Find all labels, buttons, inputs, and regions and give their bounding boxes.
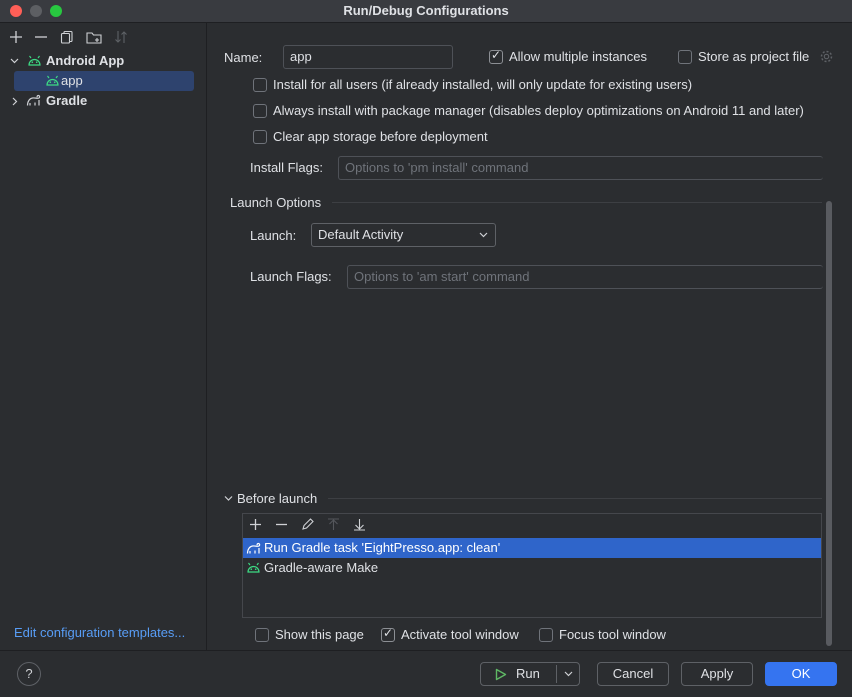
install-all-users-label: Install for all users (if already instal… bbox=[273, 77, 693, 92]
help-button[interactable]: ? bbox=[17, 662, 41, 686]
launch-options-heading: Launch Options bbox=[230, 195, 322, 210]
install-flags-label: Install Flags: bbox=[250, 160, 323, 175]
activate-tool-window-label: Activate tool window bbox=[401, 627, 519, 642]
gradle-icon bbox=[26, 94, 42, 107]
before-launch-item-gradle-make[interactable]: Gradle-aware Make bbox=[243, 558, 821, 578]
install-all-users-checkbox[interactable] bbox=[253, 78, 267, 92]
chevron-right-icon[interactable] bbox=[11, 97, 19, 106]
store-as-project-file-label: Store as project file bbox=[698, 49, 810, 64]
tree-item-app[interactable]: app bbox=[14, 71, 194, 91]
tree-item-android-app[interactable]: Android App bbox=[8, 51, 198, 71]
edit-icon[interactable] bbox=[301, 518, 314, 531]
clear-app-storage-checkbox[interactable] bbox=[253, 130, 267, 144]
window-title: Run/Debug Configurations bbox=[343, 3, 509, 18]
tree-item-label: Android App bbox=[46, 53, 125, 68]
ok-button[interactable]: OK bbox=[765, 662, 837, 686]
tree-item-gradle[interactable]: Gradle bbox=[8, 91, 198, 111]
chevron-down-icon[interactable] bbox=[10, 57, 19, 65]
gear-icon[interactable] bbox=[820, 50, 833, 63]
before-launch-item-gradle-task[interactable]: Run Gradle task 'EightPresso.app: clean' bbox=[243, 538, 821, 558]
store-as-project-file-checkbox[interactable] bbox=[678, 50, 692, 64]
run-icon bbox=[495, 668, 507, 681]
allow-multiple-instances-label: Allow multiple instances bbox=[509, 49, 648, 64]
allow-multiple-instances-checkbox[interactable] bbox=[489, 48, 503, 64]
install-flags-input[interactable]: Options to 'pm install' command bbox=[338, 156, 823, 180]
edit-configuration-templates-link[interactable]: Edit configuration templates... bbox=[14, 625, 185, 640]
activate-tool-window-checkbox[interactable] bbox=[381, 626, 395, 642]
show-this-page-checkbox[interactable] bbox=[255, 628, 269, 642]
name-input[interactable]: app bbox=[283, 45, 453, 69]
android-icon bbox=[28, 55, 41, 66]
launch-select[interactable]: Default Activity bbox=[311, 223, 496, 247]
launch-flags-label: Launch Flags: bbox=[250, 269, 332, 284]
remove-icon[interactable] bbox=[34, 30, 48, 44]
sort-icon[interactable] bbox=[114, 30, 128, 44]
run-button[interactable]: Run bbox=[480, 662, 580, 686]
add-icon[interactable] bbox=[9, 30, 23, 44]
chevron-down-icon[interactable] bbox=[564, 671, 573, 677]
clear-app-storage-label: Clear app storage before deployment bbox=[273, 129, 488, 144]
focus-tool-window-label: Focus tool window bbox=[559, 627, 666, 642]
launch-options-separator bbox=[332, 202, 822, 203]
vertical-scrollbar[interactable] bbox=[826, 201, 832, 646]
remove-icon[interactable] bbox=[275, 518, 288, 531]
move-down-icon[interactable] bbox=[353, 518, 366, 531]
package-manager-label: Always install with package manager (dis… bbox=[273, 103, 804, 118]
move-up-icon[interactable] bbox=[327, 518, 340, 531]
chevron-down-icon[interactable] bbox=[224, 495, 233, 502]
gradle-icon bbox=[246, 542, 262, 555]
android-icon bbox=[247, 562, 260, 573]
chevron-down-icon bbox=[479, 232, 488, 238]
before-launch-item-label: Gradle-aware Make bbox=[264, 560, 379, 575]
apply-button[interactable]: Apply bbox=[681, 662, 753, 686]
before-launch-heading: Before launch bbox=[237, 491, 318, 506]
name-label: Name: bbox=[224, 50, 263, 65]
run-button-label: Run bbox=[516, 666, 540, 681]
show-this-page-label: Show this page bbox=[275, 627, 364, 642]
launch-label: Launch: bbox=[250, 228, 297, 243]
launch-select-value: Default Activity bbox=[318, 227, 404, 242]
before-launch-item-label: Run Gradle task 'EightPresso.app: clean' bbox=[264, 540, 501, 555]
tree-item-label: app bbox=[61, 73, 83, 88]
tree-item-label: Gradle bbox=[46, 93, 88, 108]
launch-flags-input[interactable]: Options to 'am start' command bbox=[347, 265, 823, 289]
configuration-tree-pane bbox=[0, 23, 207, 650]
cancel-button[interactable]: Cancel bbox=[597, 662, 669, 686]
copy-icon[interactable] bbox=[60, 30, 74, 44]
android-icon bbox=[46, 75, 59, 86]
before-launch-separator bbox=[328, 498, 822, 499]
new-folder-icon[interactable] bbox=[86, 30, 102, 44]
add-icon[interactable] bbox=[249, 518, 262, 531]
split-divider bbox=[556, 665, 557, 683]
focus-tool-window-checkbox[interactable] bbox=[539, 628, 553, 642]
package-manager-checkbox[interactable] bbox=[253, 104, 267, 118]
